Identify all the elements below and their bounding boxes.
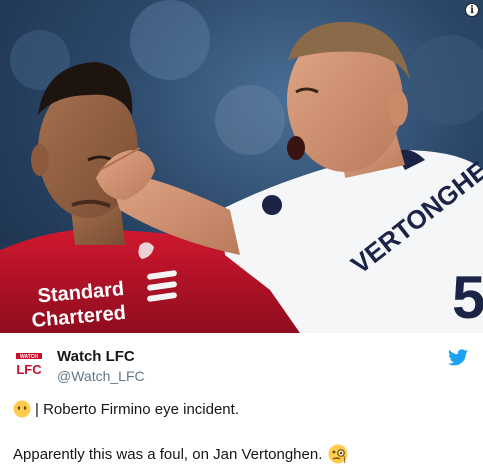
avatar[interactable]: WATCH LFC [14,350,44,380]
info-icon[interactable]: i [465,3,479,17]
avatar-text-top: WATCH [20,354,38,360]
face-with-monocle-icon [328,444,348,464]
shirt-number: 5 [452,264,483,331]
watch-lfc-logo-icon: WATCH LFC [14,350,44,380]
avatar-text-bottom: LFC [16,362,42,377]
tweet-photo[interactable]: Standard Chartered VERTONGHE 5 i [0,0,483,333]
twitter-bird-icon[interactable] [448,349,468,366]
display-name[interactable]: Watch LFC [57,348,135,365]
tweet-text-1: | Roberto Firmino eye incident. [35,400,239,418]
photo-illustration: Standard Chartered VERTONGHE 5 [0,0,483,333]
tweet-text-2: Apparently this was a foul, on Jan Verto… [13,445,323,463]
handle[interactable]: @Watch_LFC [57,368,145,384]
tweet-text-line1: | Roberto Firmino eye incident. [13,400,239,418]
tweet-text-line2: Apparently this was a foul, on Jan Verto… [13,444,348,464]
no-mouth-face-icon [13,400,31,418]
